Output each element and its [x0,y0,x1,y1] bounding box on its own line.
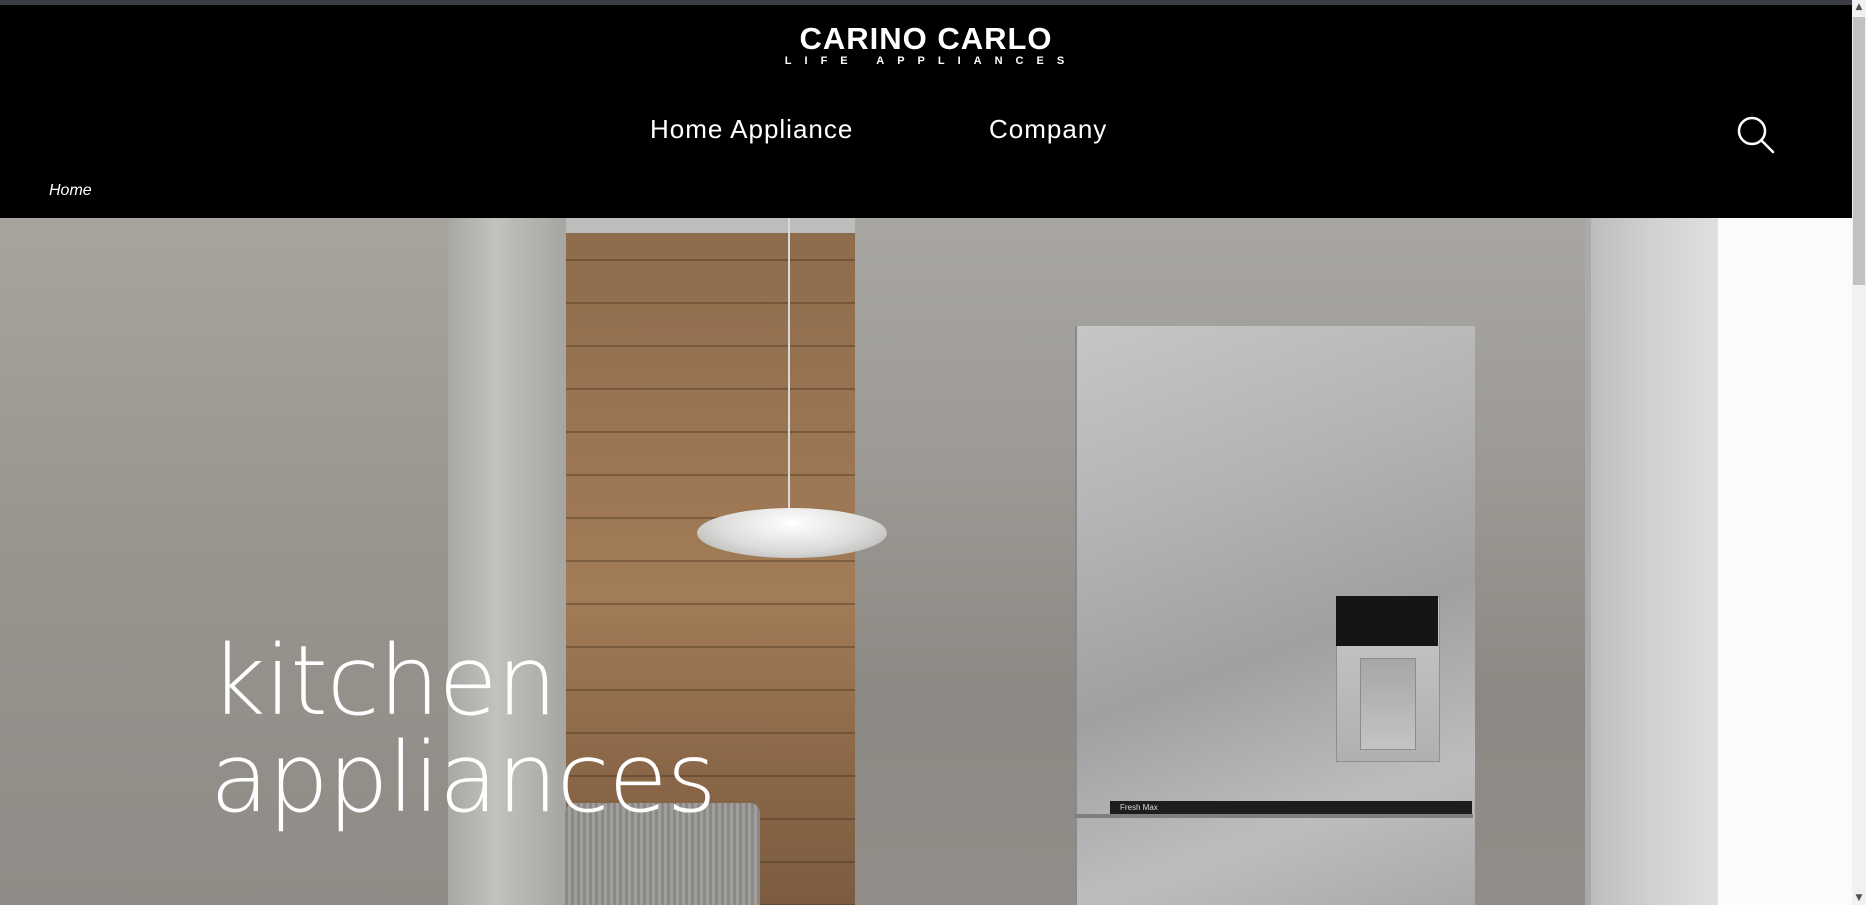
search-button[interactable] [1736,115,1776,155]
hero-wood-top [566,218,855,233]
site-header: CARINO CARLO LIFE APPLIANCES [0,5,1852,218]
scrollbar-thumb[interactable] [1853,17,1865,285]
nav-item-home-appliance[interactable]: Home Appliance [650,114,853,145]
fridge-split [1075,814,1473,818]
main-nav: Home Appliance Company [0,114,1852,154]
logo-tagline: LIFE APPLIANCES [784,55,1078,67]
fridge-label: Fresh Max [1120,803,1158,812]
pendant-lamp [697,508,887,558]
hero-banner: Fresh Max kitchen appliances [0,218,1852,905]
hero-title: kitchen appliances [210,625,717,834]
lamp-wire [788,218,790,518]
breadcrumb-home[interactable]: Home [49,182,92,200]
logo[interactable]: CARINO CARLO LIFE APPLIANCES [0,23,1852,68]
search-icon [1737,116,1775,154]
hero-wall-edge [1585,218,1591,905]
hero-wall-right [1585,218,1718,905]
nav-item-company[interactable]: Company [989,114,1107,145]
scroll-down-icon[interactable]: ▼ [1852,891,1866,905]
fridge-dispenser-panel [1336,596,1438,646]
fridge-dispenser-slot [1360,658,1416,750]
logo-name: CARINO CARLO [799,21,1053,56]
scroll-up-icon[interactable]: ▲ [1852,0,1866,14]
hero-white-strip [1718,218,1852,905]
hero-title-line1: kitchen [210,625,557,737]
hero-title-line2: appliances [210,722,717,834]
